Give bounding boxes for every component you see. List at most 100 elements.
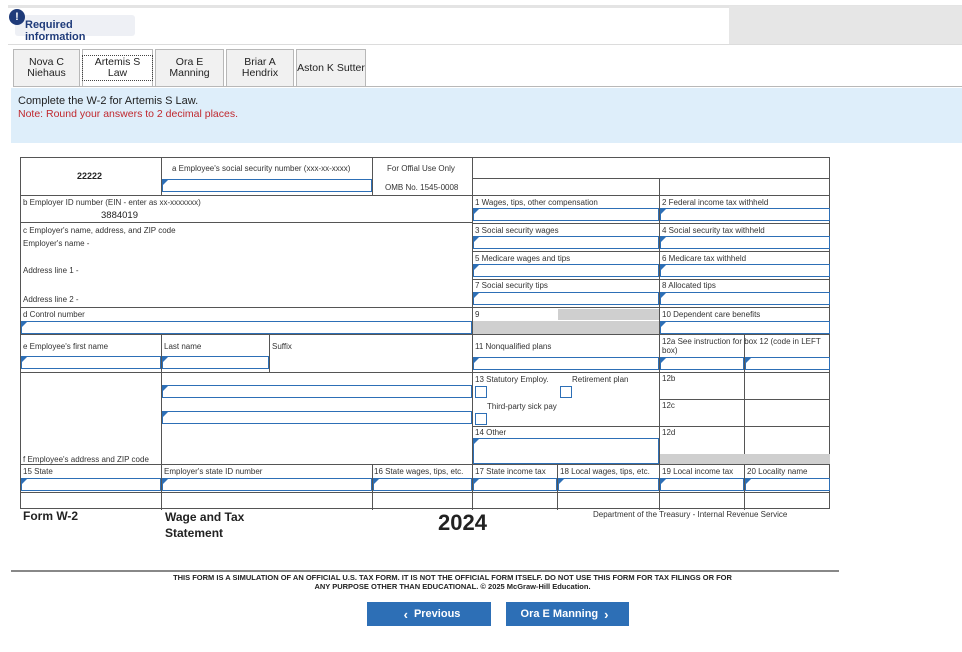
- address-line1-label: Address line 1 -: [23, 266, 79, 275]
- box16-label: 16 State wages, tips, etc.: [374, 467, 464, 476]
- employer-name-label: Employer's name -: [23, 239, 90, 248]
- box4-label: 4 Social security tax withheld: [662, 226, 765, 235]
- box20-label: 20 Locality name: [747, 467, 808, 476]
- box3-input[interactable]: [473, 236, 659, 249]
- third-party-sick-pay-checkbox[interactable]: [475, 413, 487, 425]
- box10-label: 10 Dependent care benefits: [662, 310, 761, 319]
- box7-label: 7 Social security tips: [475, 281, 548, 290]
- box11-label: 11 Nonqualified plans: [475, 342, 552, 351]
- box6-input[interactable]: [660, 264, 830, 277]
- previous-label: Previous: [413, 608, 461, 620]
- third-party-sick-pay-label: Third-party sick pay: [487, 402, 557, 411]
- chevron-right-icon: ›: [604, 606, 609, 622]
- box14-input[interactable]: [473, 438, 659, 464]
- footer-rule: [11, 570, 839, 572]
- official-use-label: For Offial Use Only: [387, 164, 455, 173]
- rounding-note: Note: Round your answers to 2 decimal pl…: [18, 108, 239, 120]
- box13-statutory-label: 13 Statutory Employ.: [475, 375, 549, 384]
- employee-address-label: f Employee's address and ZIP code: [23, 455, 149, 464]
- instruction-text: Complete the W-2 for Artemis S Law.: [18, 95, 199, 107]
- tab-artemis-law[interactable]: Artemis S Law: [82, 49, 153, 87]
- last-name-input[interactable]: [162, 356, 269, 369]
- retirement-plan-label: Retirement plan: [572, 375, 629, 384]
- retirement-plan-checkbox[interactable]: [560, 386, 572, 398]
- box18-label: 18 Local wages, tips, etc.: [560, 467, 650, 476]
- box11-input[interactable]: [473, 357, 659, 370]
- tab-underline: [13, 86, 962, 87]
- box12b-label: 12b: [662, 374, 676, 383]
- ein-label: b Employer ID number (EIN - enter as xx-…: [23, 198, 201, 207]
- box12c-label: 12c: [662, 401, 675, 410]
- box5-label: 5 Medicare wages and tips: [475, 254, 571, 263]
- tab-ora-manning[interactable]: Ora E Manning: [155, 49, 224, 87]
- box4-input[interactable]: [660, 236, 830, 249]
- control-number-input[interactable]: [21, 321, 472, 334]
- header-divider: [8, 44, 962, 45]
- required-info-badge: Required information: [15, 15, 135, 43]
- address-line2-label: Address line 2 -: [23, 295, 79, 304]
- local-wages-input[interactable]: [558, 478, 659, 491]
- statutory-employee-checkbox[interactable]: [475, 386, 487, 398]
- box14-label: 14 Other: [475, 428, 507, 437]
- ssn-input[interactable]: [162, 179, 372, 192]
- tab-briar-hendrix[interactable]: Briar A Hendrix: [226, 49, 294, 87]
- next-label: Ora E Manning: [520, 608, 599, 620]
- header-panel: [729, 6, 962, 44]
- box12d-shade: [660, 454, 830, 464]
- box2-label: 2 Federal income tax withheld: [662, 198, 769, 207]
- state-wages-input[interactable]: [373, 478, 472, 491]
- first-name-label: e Employee's first name: [23, 342, 109, 351]
- state-id-label: Employer's state ID number: [164, 467, 263, 476]
- alert-icon: !: [9, 9, 25, 25]
- state-id-input[interactable]: [162, 478, 372, 491]
- required-info-label: Required information: [25, 19, 86, 43]
- ein-value: 3884019: [101, 210, 138, 221]
- box9-label: 9: [475, 310, 480, 319]
- box9-shade: [558, 309, 659, 320]
- box10-input[interactable]: [660, 321, 830, 334]
- department-label: Department of the Treasury - Internal Re…: [593, 510, 788, 519]
- local-tax-input[interactable]: [660, 478, 744, 491]
- box12d-label: 12d: [662, 428, 676, 437]
- next-button[interactable]: Ora E Manning ›: [506, 602, 629, 626]
- employee-address-line1-input[interactable]: [162, 385, 472, 398]
- state-tax-input[interactable]: [473, 478, 557, 491]
- box12a-label: 12a See instruction for box 12 (code in …: [662, 337, 821, 355]
- box8-label: 8 Allocated tips: [662, 281, 716, 290]
- box1-input[interactable]: [473, 208, 659, 221]
- chevron-left-icon: ‹: [403, 606, 408, 622]
- box12a-amount-input[interactable]: [745, 357, 830, 370]
- box1-label: 1 Wages, tips, other compensation: [475, 198, 598, 207]
- tab-nova-niehaus[interactable]: Nova C Niehaus: [13, 49, 80, 87]
- form-code: 22222: [77, 171, 103, 181]
- form-title: Wage and Tax Statement: [165, 510, 245, 540]
- employer-label: c Employer's name, address, and ZIP code: [23, 226, 176, 235]
- box15-label: 15 State: [23, 467, 53, 476]
- box17-label: 17 State income tax: [475, 467, 546, 476]
- employee-address-line2-input[interactable]: [162, 411, 472, 424]
- omb-number: OMB No. 1545-0008: [385, 183, 459, 192]
- tab-aston-sutter[interactable]: Aston K Sutter: [296, 49, 366, 87]
- form-name: Form W-2: [23, 509, 79, 523]
- box7-input[interactable]: [473, 292, 659, 305]
- locality-name-input[interactable]: [745, 478, 830, 491]
- control-number-label: d Control number: [23, 310, 85, 319]
- instruction-banner: Complete the W-2 for Artemis S Law. Note…: [11, 88, 962, 143]
- box12a-code-input[interactable]: [660, 357, 744, 370]
- tax-year: 2024: [438, 510, 487, 535]
- box3-label: 3 Social security wages: [475, 226, 559, 235]
- box2-input[interactable]: [660, 208, 830, 221]
- previous-button[interactable]: ‹ Previous: [367, 602, 491, 626]
- w2-form: 22222 a Employee's social security numbe…: [20, 157, 830, 510]
- disclaimer-text: THIS FORM IS A SIMULATION OF AN OFFICIAL…: [173, 573, 732, 591]
- box8-input[interactable]: [660, 292, 830, 305]
- tab-label: Artemis S Law: [82, 55, 153, 81]
- employee-tabs: Nova C Niehaus Artemis S Law Ora E Manni…: [13, 49, 368, 87]
- box6-label: 6 Medicare tax withheld: [662, 254, 747, 263]
- box19-label: 19 Local income tax: [662, 467, 734, 476]
- box5-input[interactable]: [473, 264, 659, 277]
- first-name-input[interactable]: [21, 356, 161, 369]
- last-name-label: Last name: [164, 342, 202, 351]
- ssn-label: a Employee's social security number (xxx…: [172, 164, 351, 173]
- state-input[interactable]: [21, 478, 161, 491]
